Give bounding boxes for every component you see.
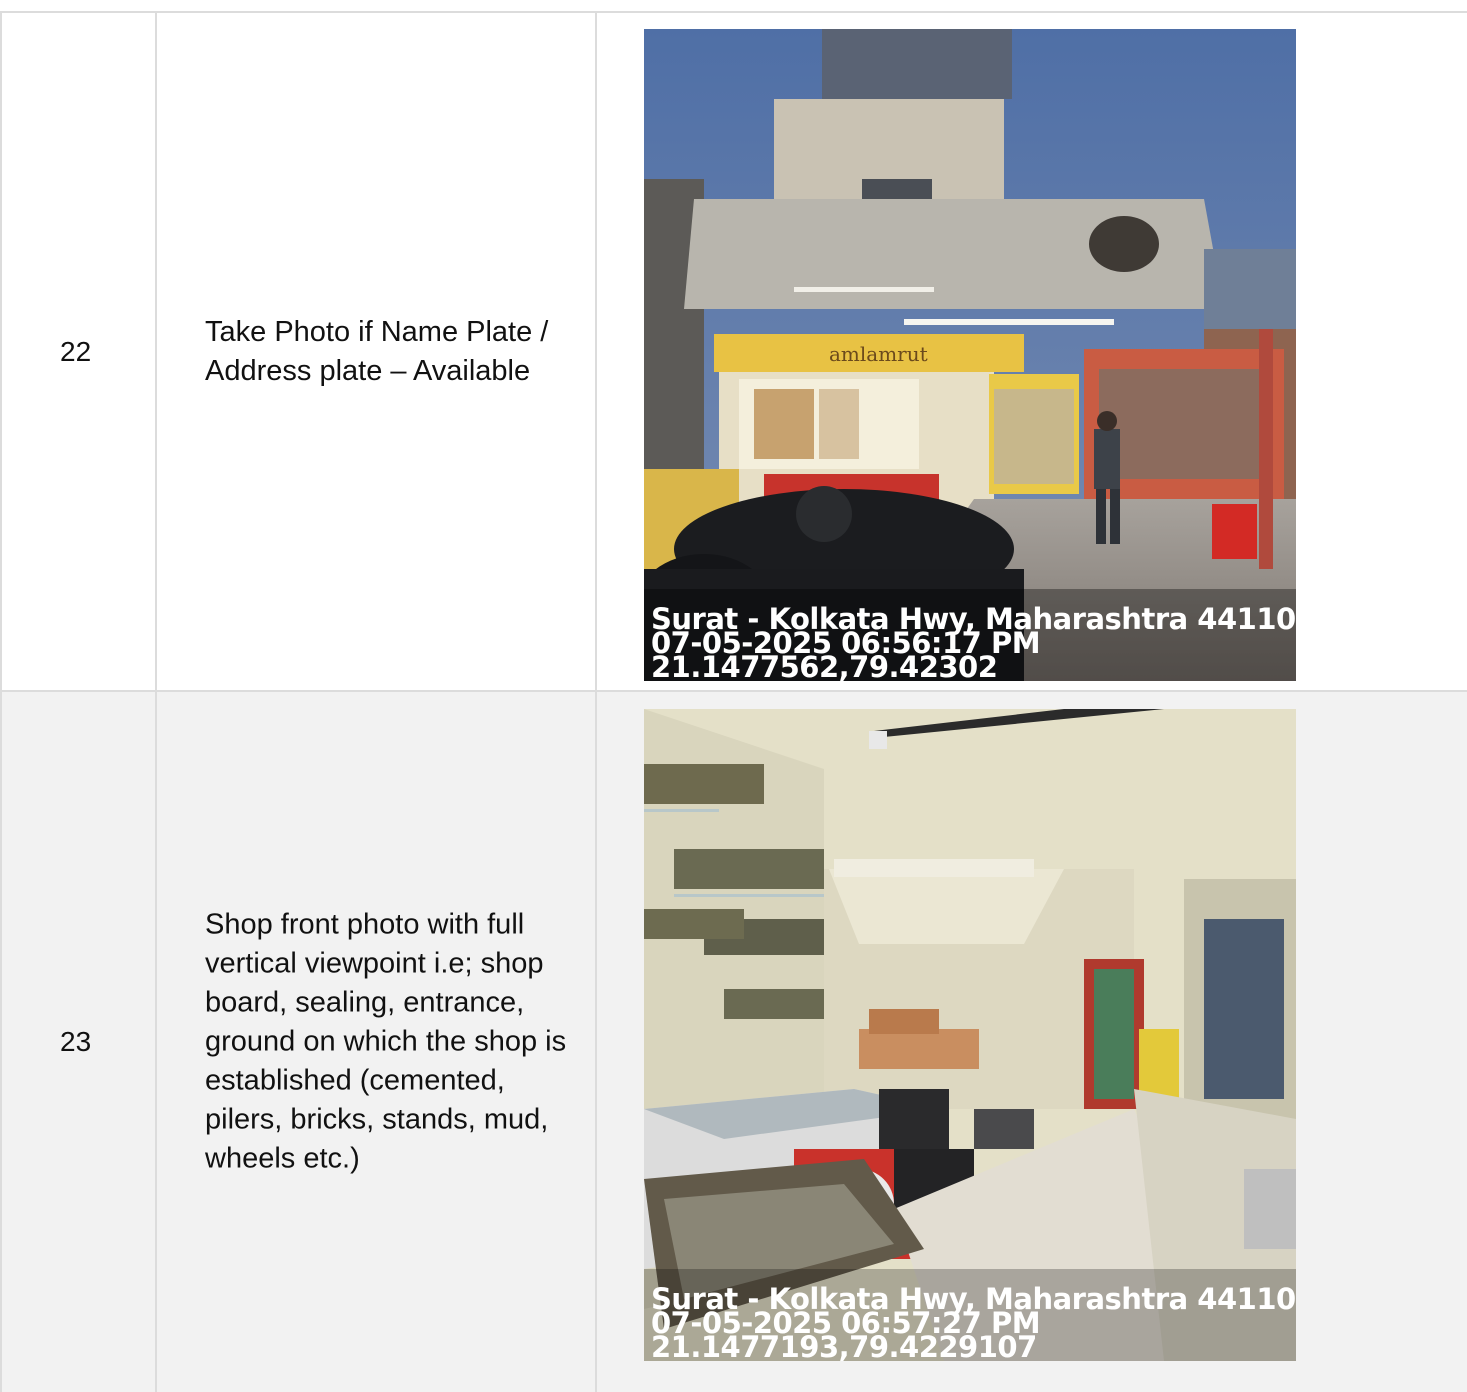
checklist-table: 22 Take Photo if Name Plate / Address pl…	[0, 11, 1467, 1392]
caption-coordinates: 21.1477193,79.4229107	[651, 1330, 1037, 1362]
shop-interior-illustration	[644, 709, 1296, 1361]
table-row: 22 Take Photo if Name Plate / Address pl…	[0, 13, 1467, 692]
row-description: Take Photo if Name Plate / Address plate…	[205, 315, 549, 387]
photo-geotag-caption: Surat - Kolkata Hwy, Maharashtra 441104,…	[651, 1285, 1296, 1362]
row-description-cell: Take Photo if Name Plate / Address plate…	[157, 13, 597, 690]
shop-interior-photo: Surat - Kolkata Hwy, Maharashtra 441104,…	[644, 709, 1296, 1361]
row-number: 23	[60, 1026, 92, 1057]
row-photo-cell: Surat - Kolkata Hwy, Maharashtra 441104,…	[597, 692, 1467, 1392]
row-photo-cell: amlamrut Surat - Kolkata Hwy, Maharashtr…	[597, 13, 1467, 690]
row-number: 22	[60, 335, 92, 367]
shop-exterior-photo: amlamrut Surat - Kolkata Hwy, Maharashtr…	[644, 29, 1296, 681]
photo-geotag-caption: Surat - Kolkata Hwy, Maharashtra 441104,…	[651, 605, 1296, 682]
table-row: 23 Shop front photo with full vertical v…	[0, 692, 1467, 1392]
row-description: Shop front photo with full vertical view…	[205, 908, 567, 1175]
row-number-cell: 23	[0, 692, 157, 1392]
caption-coordinates: 21.1477562,79.42302	[651, 650, 998, 682]
row-number-cell: 22	[0, 13, 157, 690]
shop-exterior-illustration: amlamrut	[644, 29, 1296, 681]
row-description-cell: Shop front photo with full vertical view…	[157, 692, 597, 1392]
amlamrut-sign-text: amlamrut	[829, 342, 928, 366]
